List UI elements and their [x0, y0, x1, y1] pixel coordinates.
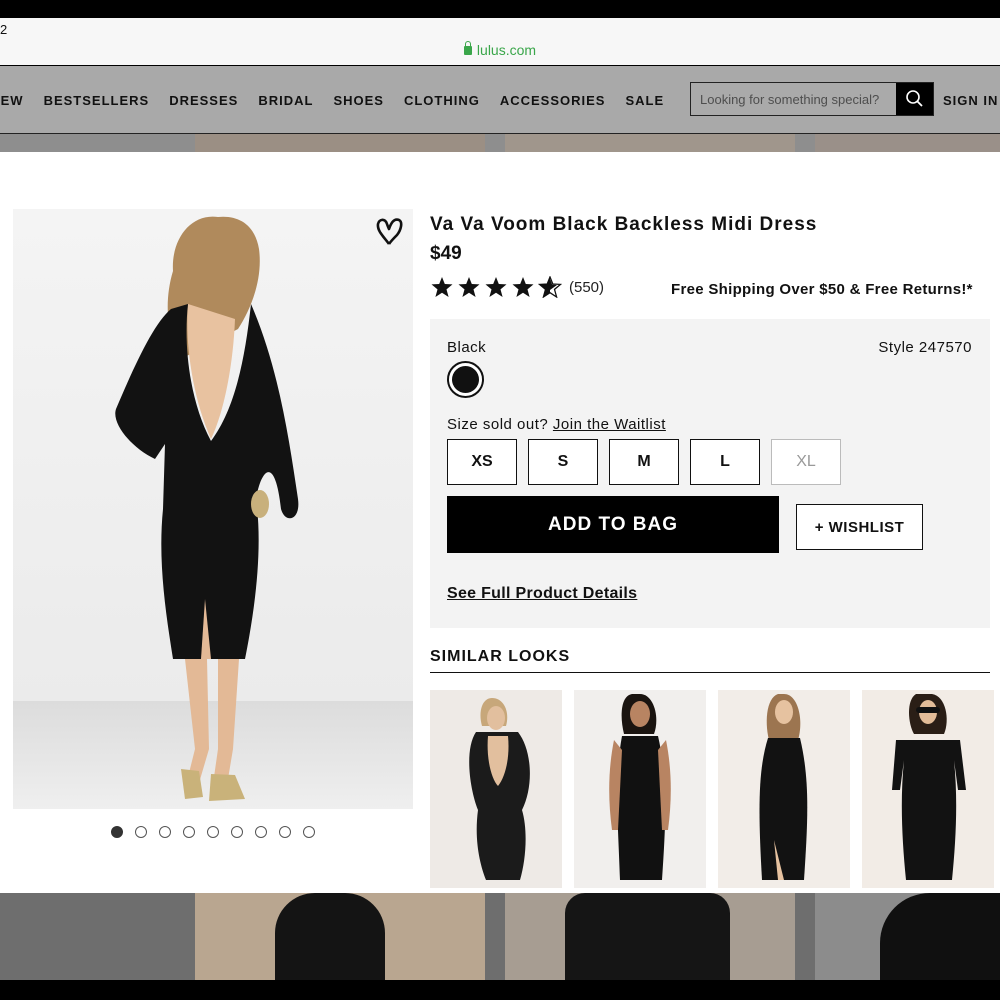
size-option-xl[interactable]: XL	[771, 439, 841, 485]
nav-item-new[interactable]: IEW	[0, 93, 24, 108]
similar-item-long-sleeve-midi[interactable]	[718, 690, 850, 888]
nav-item-accessories[interactable]: ACCESSORIES	[500, 93, 606, 108]
nav-item-sale[interactable]: SALE	[625, 93, 664, 108]
screen: 2 lulus.com IEW BESTSELLERS DRESSES BRID…	[0, 0, 1000, 1000]
background-products-bottom	[0, 893, 1000, 980]
product-price: $49	[430, 243, 462, 264]
wishlist-button[interactable]: + WISHLIST	[796, 504, 923, 550]
size-option-m[interactable]: M	[609, 439, 679, 485]
carousel-dot[interactable]	[135, 826, 147, 838]
size-selector: XS S M L XL	[447, 439, 841, 485]
color-swatch-black[interactable]	[447, 361, 484, 398]
carousel-dot[interactable]	[255, 826, 267, 838]
color-label: Black	[447, 339, 487, 356]
carousel-dot[interactable]	[207, 826, 219, 838]
nav-item-clothing[interactable]: CLOTHING	[404, 93, 480, 108]
heart-icon[interactable]	[375, 217, 403, 247]
carousel-dot[interactable]	[159, 826, 171, 838]
quick-view-modal: Va Va Voom Black Backless Midi Dress $49…	[0, 152, 1000, 893]
similar-looks-heading: SIMILAR LOOKS	[430, 648, 571, 665]
product-main-image[interactable]	[13, 209, 413, 809]
nav-item-shoes[interactable]: SHOES	[333, 93, 384, 108]
similar-item-lace-dress[interactable]	[430, 690, 562, 888]
site-nav: IEW BESTSELLERS DRESSES BRIDAL SHOES CLO…	[0, 66, 1000, 134]
carousel-dot[interactable]	[231, 826, 243, 838]
similar-item-off-shoulder-dress[interactable]	[862, 690, 994, 888]
sign-in-link[interactable]: SIGN IN	[943, 93, 998, 108]
style-number: Style 247570	[878, 339, 972, 356]
star-icon	[512, 277, 534, 297]
nav-item-bestsellers[interactable]: BESTSELLERS	[44, 93, 150, 108]
url-text: lulus.com	[476, 42, 537, 58]
lock-icon	[463, 41, 472, 55]
divider	[430, 672, 990, 673]
purchase-panel: Black Style 247570 Size sold out? Join t…	[430, 319, 990, 628]
sold-out-text: Size sold out?	[447, 416, 549, 433]
nav-item-bridal[interactable]: BRIDAL	[258, 93, 313, 108]
similar-item-sleeveless-dress[interactable]	[574, 690, 706, 888]
waitlist-link[interactable]: Join the Waitlist	[553, 416, 666, 433]
search-input[interactable]	[691, 83, 896, 115]
add-to-bag-button[interactable]: ADD TO BAG	[447, 496, 779, 553]
carousel-dot[interactable]	[111, 826, 123, 838]
status-clock: 2	[0, 22, 8, 37]
star-icon	[431, 277, 453, 297]
image-carousel-dots	[111, 826, 315, 838]
background-products-top	[0, 134, 1000, 152]
carousel-dot[interactable]	[303, 826, 315, 838]
nav-menu: IEW BESTSELLERS DRESSES BRIDAL SHOES CLO…	[0, 93, 664, 108]
size-option-xs[interactable]: XS	[447, 439, 517, 485]
browser-bar: 2 lulus.com	[0, 18, 1000, 65]
nav-item-dresses[interactable]: DRESSES	[169, 93, 238, 108]
model-figure	[115, 216, 299, 801]
product-title: Va Va Voom Black Backless Midi Dress	[430, 214, 818, 235]
similar-looks-grid	[430, 690, 994, 888]
search-box	[690, 82, 934, 116]
star-icon	[485, 277, 507, 297]
sold-out-note: Size sold out? Join the Waitlist	[447, 416, 666, 433]
carousel-dot[interactable]	[279, 826, 291, 838]
product-details-link[interactable]: See Full Product Details	[447, 585, 637, 603]
size-option-s[interactable]: S	[528, 439, 598, 485]
star-icon	[458, 277, 480, 297]
search-icon	[906, 90, 923, 107]
shipping-note: Free Shipping Over $50 & Free Returns!*	[671, 281, 973, 298]
address-bar[interactable]: lulus.com	[0, 41, 1000, 58]
review-count[interactable]: (550)	[569, 279, 604, 296]
size-option-l[interactable]: L	[690, 439, 760, 485]
rating-stars[interactable]: (550)	[430, 276, 604, 298]
star-half-icon	[538, 276, 562, 298]
carousel-dot[interactable]	[183, 826, 195, 838]
search-button[interactable]	[896, 83, 933, 115]
